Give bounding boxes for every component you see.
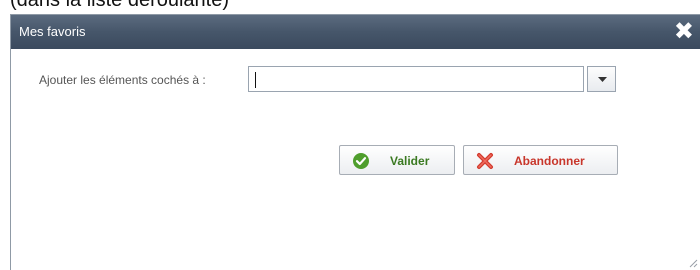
dialog-titlebar[interactable]: Mes favoris ✖ [11,15,700,49]
check-circle-icon [353,153,369,169]
add-to-row: Ajouter les éléments cochés à : [11,66,700,96]
red-cross-icon [477,153,493,169]
cancel-label: Abandonner [514,154,585,168]
favorites-dialog: Mes favoris ✖ Ajouter les éléments coché… [10,14,700,270]
dropdown-button[interactable] [587,66,616,92]
validate-label: Valider [390,154,430,168]
validate-button[interactable]: Valider [339,145,455,175]
favorites-input[interactable] [248,66,584,92]
page-caption: (dans la liste déroulante) [10,0,230,11]
cancel-button[interactable]: Abandonner [463,145,618,175]
resize-grip-icon[interactable] [688,258,698,268]
text-caret [255,72,256,88]
dialog-title: Mes favoris [19,24,86,39]
dialog-buttons: Valider Abandonner [11,145,700,177]
chevron-down-icon [598,77,607,82]
favorites-combobox[interactable] [248,66,616,92]
close-icon[interactable]: ✖ [674,17,694,45]
page: (dans la liste déroulante) Mes favoris ✖… [0,0,700,270]
add-to-label: Ajouter les éléments cochés à : [39,73,206,87]
